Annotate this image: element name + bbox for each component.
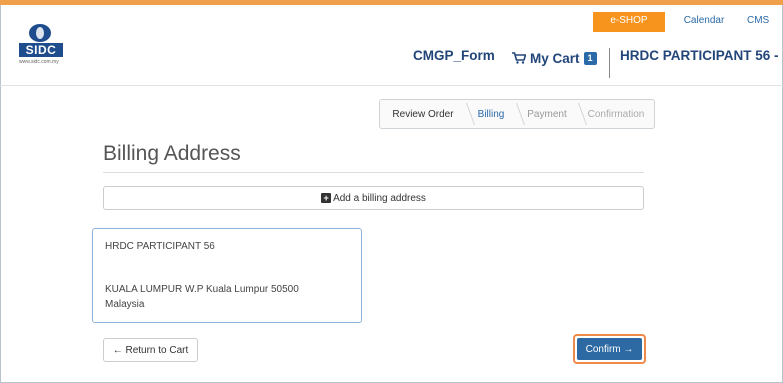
user-menu[interactable]: HRDC PARTICIPANT 56 - [620, 48, 779, 68]
confirm-focus-ring: Confirm → [573, 334, 646, 364]
top-nav: e-SHOP Calendar CMS [593, 12, 783, 32]
step-confirmation-label: Confirmation [587, 108, 645, 120]
checkout-steps: Review Order Billing Payment Confirmatio… [379, 99, 655, 129]
step-billing-label: Billing [477, 108, 505, 120]
plus-square-icon: + [321, 193, 332, 203]
my-cart-link[interactable]: My Cart 1 [512, 48, 597, 68]
globe-icon [29, 24, 51, 42]
header-divider [609, 48, 610, 78]
logo-text: SIDC [19, 43, 63, 57]
logo-url: www.sidc.com.my [19, 59, 59, 65]
step-billing: Billing [466, 100, 526, 128]
add-billing-address-button[interactable]: + Add a billing address [103, 186, 644, 210]
nav-eshop[interactable]: e-SHOP [593, 12, 665, 32]
header-rule [0, 85, 783, 86]
address-name: HRDC PARTICIPANT 56 [105, 241, 215, 252]
cmgp-form-link[interactable]: CMGP_Form [413, 48, 495, 68]
cart-count-badge: 1 [583, 51, 597, 65]
billing-address-card[interactable]: HRDC PARTICIPANT 56 KUALA LUMPUR W.P Kua… [92, 228, 362, 323]
sidc-logo[interactable]: SIDC www.sidc.com.my [19, 23, 63, 71]
page-title: Billing Address [103, 142, 241, 165]
step-payment-label: Payment [527, 108, 567, 120]
step-review-order[interactable]: Review Order [380, 100, 476, 128]
step-review-order-label: Review Order [392, 108, 454, 120]
nav-calendar[interactable]: Calendar [665, 12, 743, 32]
confirm-button[interactable]: Confirm → [577, 338, 642, 360]
return-to-cart-button[interactable]: ← Return to Cart [103, 338, 198, 362]
my-cart-label: My Cart [530, 50, 580, 66]
nav-cms[interactable]: CMS [743, 12, 783, 32]
step-payment: Payment [516, 100, 588, 128]
address-line-2: Malaysia [105, 299, 145, 310]
cart-icon [512, 52, 526, 64]
step-confirmation: Confirmation [578, 100, 654, 128]
add-billing-address-label: Add a billing address [333, 192, 426, 204]
address-line-1: KUALA LUMPUR W.P Kuala Lumpur 50500 [105, 284, 299, 295]
title-divider [103, 172, 644, 173]
